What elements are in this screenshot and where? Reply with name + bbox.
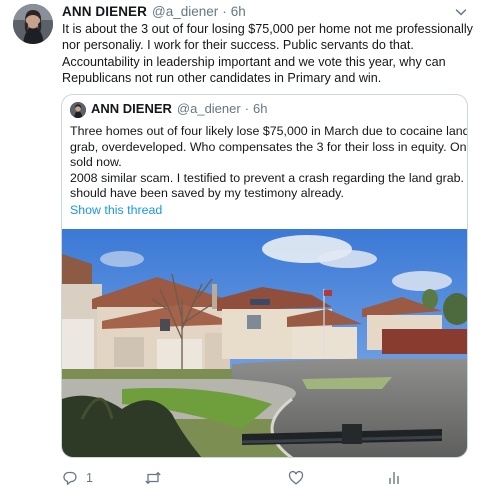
timestamp[interactable]: 6h [231, 4, 246, 19]
action-bar: 1 [62, 470, 472, 486]
quoted-avatar [70, 102, 86, 118]
tweet-text-line: Accountability in leadership important a… [62, 54, 446, 69]
tweet-text: It is about the 3 out of four losing $75… [62, 21, 473, 87]
reply-button[interactable]: 1 [62, 470, 93, 486]
quoted-text-line: Three homes out of four likely lose $75,… [70, 124, 468, 138]
author-name[interactable]: ANN DIENER [62, 4, 147, 19]
quoted-text-line: sold now. [70, 155, 122, 170]
avatar-photo [13, 4, 53, 44]
tweet-text-line: nor personaliy. I work for their success… [62, 38, 414, 53]
suburban-houses-photo[interactable] [62, 229, 467, 458]
separator: · [222, 4, 227, 19]
quoted-text-line: grab, overdeveloped. Who compensates the… [70, 139, 468, 154]
quoted-author-handle: @a_diener [176, 101, 241, 116]
separator: · [244, 101, 250, 116]
retweet-button[interactable] [144, 470, 162, 486]
quoted-text-line: 2008 similar scam. I testified to preven… [70, 170, 468, 185]
tweet-header: ANN DIENER @a_diener · 6h [62, 4, 246, 19]
author-handle[interactable]: @a_diener [152, 4, 218, 19]
quoted-header: ANN DIENER @a_diener · 6h [91, 101, 268, 116]
tweet-text-line: Republicans not run other candidates in … [62, 71, 382, 86]
tweet-card[interactable]: ANN DIENER @a_diener · 6h It is about th… [0, 0, 487, 498]
tweet-text-line: It is about the 3 out of four losing $75… [62, 22, 473, 36]
show-thread-link[interactable]: Show this thread [70, 203, 162, 217]
analytics-button[interactable] [386, 470, 402, 486]
reply-icon [63, 471, 77, 485]
quoted-text: Three homes out of four likely lose $75,… [70, 124, 468, 202]
avatar[interactable] [13, 4, 53, 44]
chevron-down-icon[interactable] [453, 4, 469, 20]
reply-count: 1 [86, 471, 93, 485]
like-button[interactable] [288, 470, 304, 486]
quoted-timestamp: 6h [253, 101, 268, 116]
quoted-author-name: ANN DIENER [91, 101, 172, 116]
quoted-text-line: should have been saved by my testimony a… [70, 186, 344, 201]
quoted-tweet[interactable]: ANN DIENER @a_diener · 6h Three homes ou… [61, 94, 468, 458]
like-icon [288, 470, 304, 485]
retweet-icon [145, 472, 161, 484]
analytics-icon [389, 472, 399, 484]
